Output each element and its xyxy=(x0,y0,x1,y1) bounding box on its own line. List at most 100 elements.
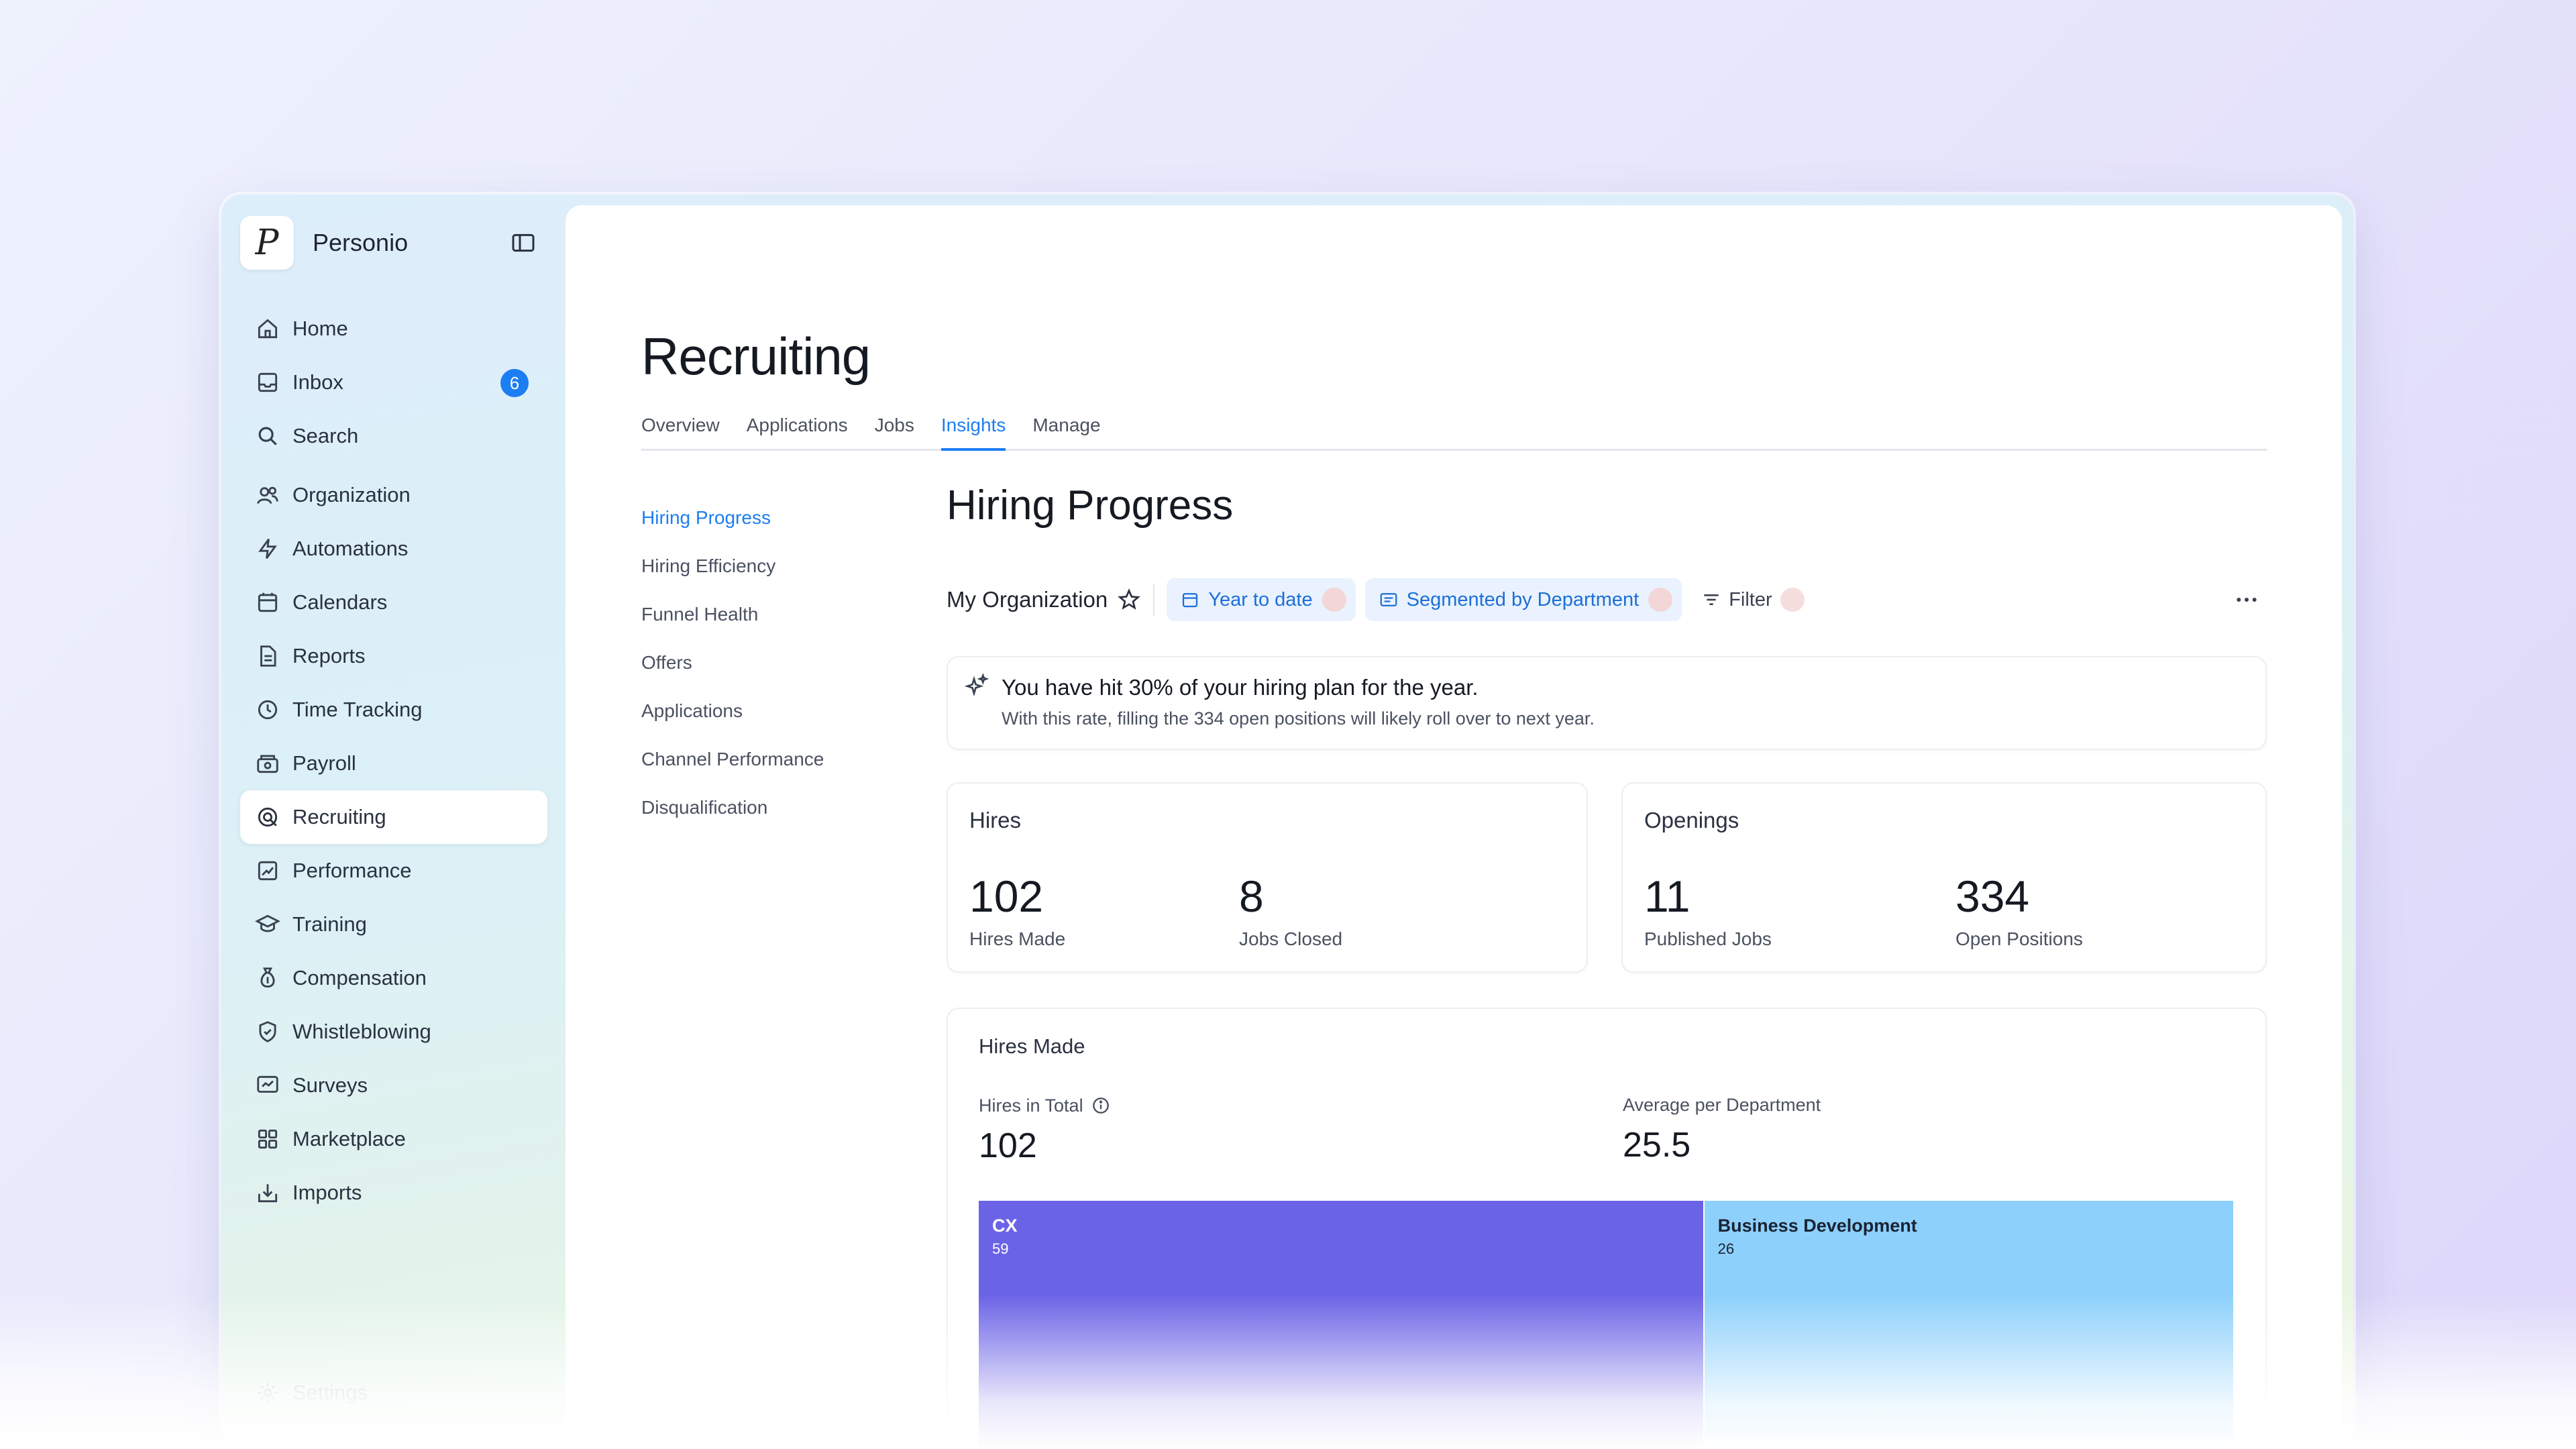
money-bag-icon xyxy=(260,967,275,988)
inbox-count-badge: 6 xyxy=(500,369,529,397)
sidebar-item-label: Whistleblowing xyxy=(292,1020,431,1043)
brand[interactable]: P Personio xyxy=(240,216,408,270)
tab-jobs[interactable]: Jobs xyxy=(875,411,914,451)
sidebar-item-organization[interactable]: Organization xyxy=(240,468,547,522)
people-icon xyxy=(257,486,278,504)
stat-value: 8 xyxy=(1239,871,1264,921)
tab-insights[interactable]: Insights xyxy=(941,411,1006,451)
organization-label: My Organization xyxy=(947,587,1108,612)
filter-label: Filter xyxy=(1729,588,1772,610)
filter-button[interactable]: Filter xyxy=(1701,588,1805,612)
subnav-offers[interactable]: Offers xyxy=(641,639,824,687)
stat-hires-made: 102 Hires Made xyxy=(969,871,1065,950)
average-value: 25.5 xyxy=(1623,1126,1691,1165)
sidebar-item-training[interactable]: Training xyxy=(240,898,547,951)
import-icon xyxy=(258,1184,278,1203)
sidebar-item-label: Training xyxy=(292,912,367,936)
subnav-applications[interactable]: Applications xyxy=(641,687,824,735)
document-icon xyxy=(260,645,276,667)
tab-applications[interactable]: Applications xyxy=(747,411,848,451)
metric-average: Average per Department 25.5 xyxy=(1623,1095,1821,1165)
page-tabs: Overview Applications Jobs Insights Mana… xyxy=(641,411,2267,451)
subnav-hiring-efficiency[interactable]: Hiring Efficiency xyxy=(641,542,824,590)
sidebar-item-label: Organization xyxy=(292,483,411,506)
sidebar-item-compensation[interactable]: Compensation xyxy=(240,951,547,1005)
stat-jobs-closed: 8 Jobs Closed xyxy=(1239,871,1342,950)
sidebar-item-label: Payroll xyxy=(292,751,356,775)
more-options-icon[interactable] xyxy=(2233,586,2260,613)
hires-treemap: CX59Business Development26Product13Techn… xyxy=(979,1201,2233,1449)
insight-subtitle: With this rate, filling the 334 open pos… xyxy=(1002,708,1595,729)
filter-indicator xyxy=(1780,588,1805,612)
sidebar-item-label: Calendars xyxy=(292,590,388,614)
insight-banner: You have hit 30% of your hiring plan for… xyxy=(947,656,2267,750)
nav-main: Organization Automations Calendars Repor… xyxy=(240,468,547,1220)
subnav-channel-performance[interactable]: Channel Performance xyxy=(641,735,824,784)
segment-chip[interactable]: Segmented by Department xyxy=(1364,578,1682,621)
sidebar-item-label: Marketplace xyxy=(292,1127,406,1150)
sidebar-item-time-tracking[interactable]: Time Tracking xyxy=(240,683,547,737)
home-icon xyxy=(258,319,278,339)
sidebar-item-imports[interactable]: Imports xyxy=(240,1166,547,1220)
main-content: Recruiting Overview Applications Jobs In… xyxy=(566,205,2342,1449)
clock-icon xyxy=(258,700,278,720)
segment-label: Segmented by Department xyxy=(1406,588,1640,610)
lightning-icon xyxy=(258,538,277,559)
info-icon[interactable] xyxy=(1090,1095,1112,1116)
stat-value: 11 xyxy=(1644,871,1690,921)
chip-remove-indicator[interactable] xyxy=(1648,588,1673,612)
payroll-icon xyxy=(257,755,278,773)
sidebar-item-recruiting[interactable]: Recruiting xyxy=(240,790,547,844)
segment-icon xyxy=(1380,593,1397,606)
sidebar-item-label: Inbox xyxy=(292,370,343,394)
sidebar-item-home[interactable]: Home xyxy=(240,302,547,356)
sidebar-item-whistleblowing[interactable]: Whistleblowing xyxy=(240,1005,547,1059)
hires-card: Hires 102 Hires Made 8 Jobs Closed xyxy=(947,782,1588,973)
stat-label: Hires Made xyxy=(969,928,1066,949)
insights-subnav: Hiring Progress Hiring Efficiency Funnel… xyxy=(641,494,824,832)
sidebar-item-search[interactable]: Search xyxy=(240,409,547,463)
shield-check-icon xyxy=(259,1021,276,1042)
organization-selector[interactable]: My Organization xyxy=(947,587,1141,612)
page-title: Recruiting xyxy=(641,327,871,386)
treemap-tile-business-development[interactable]: Business Development 26 xyxy=(1704,1201,2233,1449)
sidebar-item-payroll[interactable]: Payroll xyxy=(240,737,547,790)
tab-overview[interactable]: Overview xyxy=(641,411,720,451)
hires-total-label: Hires in Total xyxy=(979,1095,1083,1116)
sidebar-item-marketplace[interactable]: Marketplace xyxy=(240,1112,547,1166)
sidebar-item-performance[interactable]: Performance xyxy=(240,844,547,898)
date-range-chip[interactable]: Year to date xyxy=(1167,578,1356,621)
openings-card: Openings 11 Published Jobs 334 Open Posi… xyxy=(1621,782,2267,973)
stat-published-jobs: 11 Published Jobs xyxy=(1644,871,1772,950)
sidebar-item-calendars[interactable]: Calendars xyxy=(240,576,547,629)
app-window: P Personio Home Inbox 6 Search Organizat… xyxy=(221,195,2353,1449)
sidebar-item-label: Search xyxy=(292,424,359,447)
sidebar-item-settings[interactable]: Settings xyxy=(240,1366,547,1419)
star-icon[interactable] xyxy=(1117,588,1141,612)
tab-manage[interactable]: Manage xyxy=(1032,411,1100,451)
subnav-funnel-health[interactable]: Funnel Health xyxy=(641,590,824,639)
sidebar-toggle-icon[interactable] xyxy=(510,229,537,256)
chart-title: Hires Made xyxy=(979,1034,1085,1058)
date-range-label: Year to date xyxy=(1208,588,1313,610)
chart-up-icon xyxy=(258,861,278,881)
filter-icon xyxy=(1704,594,1719,605)
sidebar-item-label: Home xyxy=(292,317,348,340)
hires-made-card: Hires Made Hires in Total 102 Average pe… xyxy=(947,1008,2267,1449)
sidebar-item-surveys[interactable]: Surveys xyxy=(240,1059,547,1112)
section-title: Hiring Progress xyxy=(947,482,1234,529)
sidebar-item-inbox[interactable]: Inbox 6 xyxy=(240,356,547,409)
calendar-icon xyxy=(1183,593,1198,608)
treemap-tile-cx[interactable]: CX 59 xyxy=(979,1201,1703,1449)
subnav-hiring-progress[interactable]: Hiring Progress xyxy=(641,494,824,542)
chip-remove-indicator[interactable] xyxy=(1322,588,1346,612)
calendar-icon xyxy=(258,592,278,612)
sidebar-item-reports[interactable]: Reports xyxy=(240,629,547,683)
stat-value: 334 xyxy=(1955,871,2030,921)
grid-icon xyxy=(258,1129,278,1149)
subnav-disqualification[interactable]: Disqualification xyxy=(641,784,824,832)
tile-value: 59 xyxy=(992,1240,1009,1257)
stat-label: Published Jobs xyxy=(1644,928,1772,949)
tile-label: Business Development xyxy=(1717,1216,1917,1236)
sidebar-item-automations[interactable]: Automations xyxy=(240,522,547,576)
